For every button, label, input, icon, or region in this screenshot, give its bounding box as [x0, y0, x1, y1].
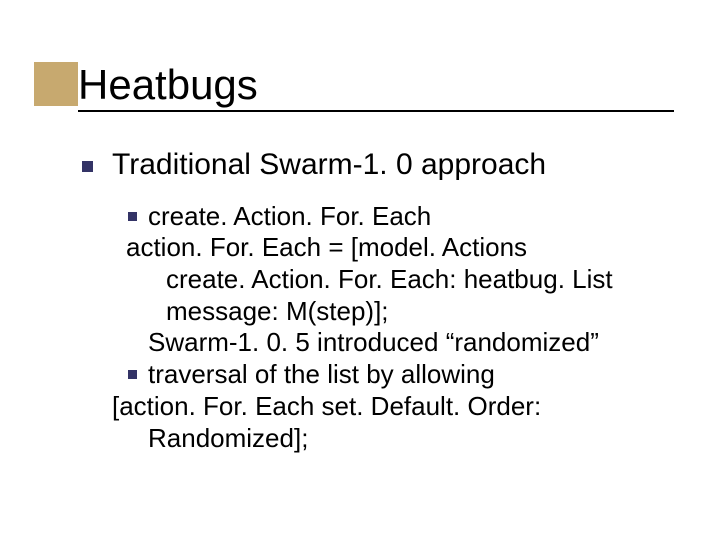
- square-bullet-icon: [128, 370, 137, 379]
- slide-title: Heatbugs: [34, 62, 674, 106]
- title-underline: [78, 110, 674, 112]
- sub-bullet-2-line-2: traversal of the list by allowing: [148, 359, 672, 391]
- bullet-level1-text: Traditional Swarm-1. 0 approach: [112, 148, 546, 181]
- sub-bullet-1-line-2: action. For. Each = [model. Actions: [126, 232, 672, 264]
- sub-bullet-2-line-1: Swarm-1. 0. 5 introduced “randomized”: [148, 327, 672, 359]
- slide: Heatbugs Traditional Swarm-1. 0 approach…: [0, 0, 720, 540]
- square-bullet-icon: [82, 161, 93, 172]
- sub-bullet-1-line-1: create. Action. For. Each: [148, 201, 672, 233]
- title-area: Heatbugs: [34, 62, 674, 106]
- bullet-level2-block: create. Action. For. Each action. For. E…: [112, 201, 672, 455]
- bullet-level1: Traditional Swarm-1. 0 approach: [112, 148, 672, 183]
- sub-bullet-1-line-4: message: M(step)];: [148, 296, 672, 328]
- square-bullet-icon: [128, 212, 137, 221]
- sub-bullet-2-line-3: [action. For. Each set. Default. Order:: [112, 391, 672, 423]
- sub-bullet-1-line-3: create. Action. For. Each: heatbug. List: [148, 264, 672, 296]
- body-area: Traditional Swarm-1. 0 approach create. …: [112, 148, 672, 454]
- sub-bullet-2-line-4: Randomized];: [148, 423, 672, 455]
